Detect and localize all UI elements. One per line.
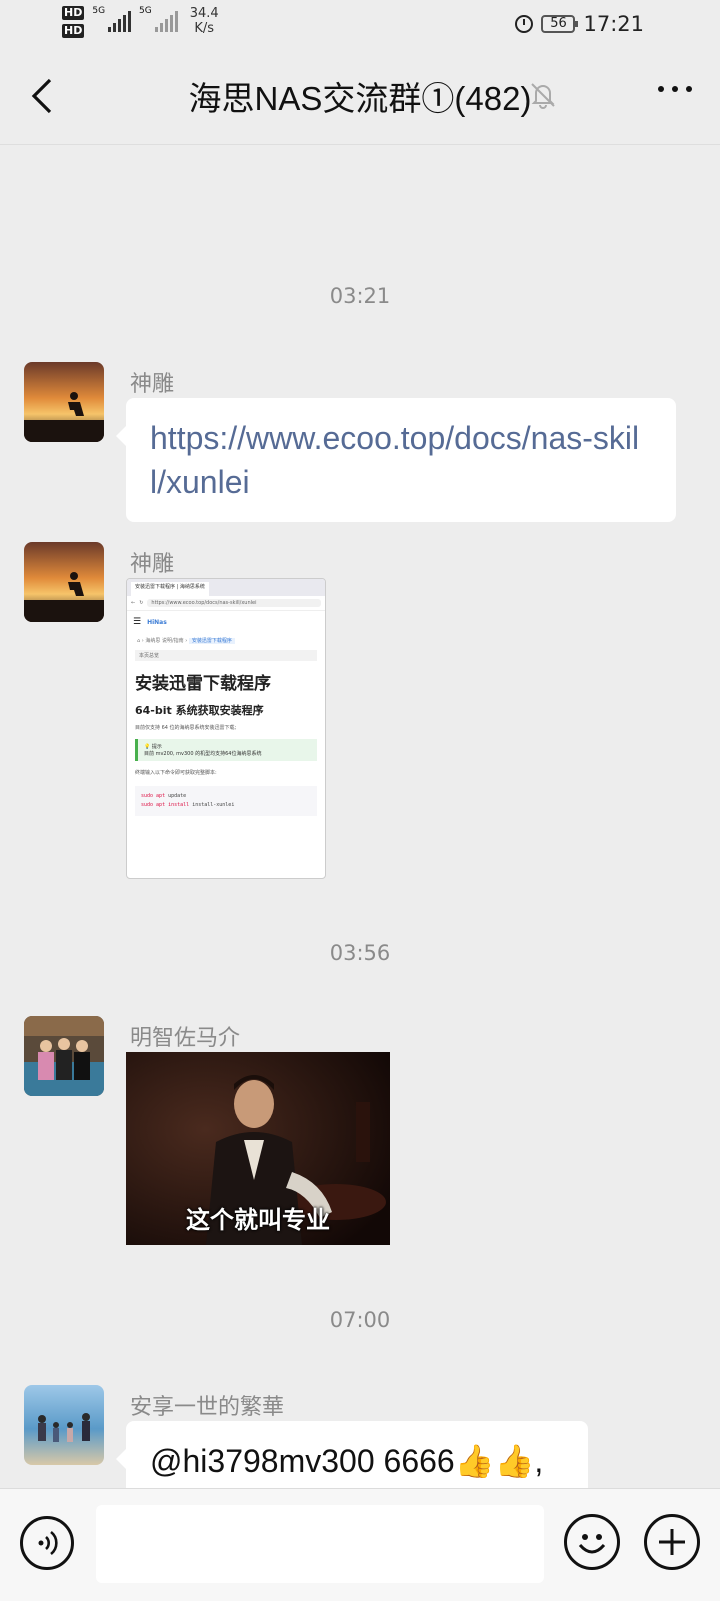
menu-icon: ☰ xyxy=(133,617,142,627)
more-icon xyxy=(686,86,692,92)
emoji-button[interactable] xyxy=(564,1514,620,1570)
gif-caption: 这个就叫专业 xyxy=(186,1206,330,1234)
sender-name: 神雕 xyxy=(130,372,175,397)
avatar[interactable] xyxy=(24,1385,104,1465)
page-overview-tag: 本页总览 xyxy=(135,650,317,661)
status-right: 56 17:21 xyxy=(515,12,644,36)
image-message[interactable]: 安装迅雷下载程序 | 海纳思系统 ← ↻ https://www.ecoo.to… xyxy=(126,578,326,879)
sender-name: 明智佐马介 xyxy=(130,1026,241,1051)
network-speed-value: 34.4 xyxy=(189,6,219,21)
url-text: https://www.ecoo.top/docs/nas-skill/xunl… xyxy=(147,599,321,607)
voice-icon xyxy=(38,1530,58,1556)
avatar[interactable] xyxy=(24,362,104,442)
status-bar: HD HD 5G 5G 34.4 K/s 56 17:21 xyxy=(0,0,720,48)
signal-1-label: 5G xyxy=(92,6,106,16)
avatar[interactable] xyxy=(24,1016,104,1096)
refresh-icon: ↻ xyxy=(139,600,144,606)
page-paragraph: 目前仅支持 64 位的海纳思系统安装迅雷下载; xyxy=(135,725,237,731)
site-logo: HiNas xyxy=(147,618,167,626)
back-icon: ← xyxy=(131,600,136,606)
breadcrumb-home: 海纳思 说明/指南 xyxy=(145,638,184,644)
browser-url-bar: ← ↻ https://www.ecoo.top/docs/nas-skill/… xyxy=(127,596,325,611)
page-heading: 安装迅雷下载程序 xyxy=(135,674,271,694)
code-block: sudo apt update sudo apt install install… xyxy=(135,786,317,816)
hd-indicators: HD HD xyxy=(62,6,85,38)
signal-2-label: 5G xyxy=(139,6,152,16)
tip-text: 目前 mv200, mv300 的机型均支持64位海纳思系统 xyxy=(144,751,262,757)
code-keyword: sudo apt xyxy=(141,793,166,799)
time-separator: 07:00 xyxy=(329,1308,391,1332)
voice-button[interactable] xyxy=(20,1516,74,1570)
plus-icon xyxy=(659,1529,685,1555)
mute-bell-icon xyxy=(528,80,558,110)
browser-tab: 安装迅雷下载程序 | 海纳思系统 xyxy=(131,582,209,596)
sender-name: 安享一世的繁華 xyxy=(130,1395,285,1420)
code-keyword: sudo apt install xyxy=(141,802,190,808)
home-icon: ⌂ xyxy=(137,638,141,644)
emoji-icon xyxy=(578,1534,606,1554)
alarm-icon xyxy=(515,15,534,33)
more-button[interactable] xyxy=(658,86,692,92)
time-separator: 03:21 xyxy=(329,284,391,308)
browser-tabs: 安装迅雷下载程序 | 海纳思系统 xyxy=(127,579,325,596)
sender-name: 神雕 xyxy=(130,552,175,577)
message-bubble[interactable]: https://www.ecoo.top/docs/nas-skill/xunl… xyxy=(116,398,676,522)
chat-header: 海思NAS交流群①(482) xyxy=(0,48,720,145)
status-left: HD HD 5G 5G 34.4 K/s xyxy=(62,6,219,38)
plus-button[interactable] xyxy=(644,1514,700,1570)
network-speed-unit: K/s xyxy=(194,21,215,36)
tip-box: 💡 提示 目前 mv200, mv300 的机型均支持64位海纳思系统 xyxy=(135,739,317,761)
site-nav: ☰ HiNas xyxy=(127,611,325,633)
code-text: install-xunlei xyxy=(192,802,235,808)
message-input[interactable] xyxy=(96,1505,544,1583)
breadcrumb: ⌂ › 海纳思 说明/指南 › 安装迅雷下载程序 xyxy=(127,633,325,648)
more-icon xyxy=(658,86,664,92)
page-paragraph: 终端输入以下命令即可获取完整脚本: xyxy=(135,770,217,776)
page-subheading: 64-bit 系统获取安装程序 xyxy=(135,704,264,717)
hd-badge-1: HD xyxy=(62,6,85,20)
breadcrumb-current: 安装迅雷下载程序 xyxy=(188,638,235,644)
time-separator: 03:56 xyxy=(329,941,391,965)
hd-badge-2: HD xyxy=(62,24,85,38)
gif-message[interactable]: 这个就叫专业 xyxy=(126,1052,390,1245)
status-time: 17:21 xyxy=(583,12,644,36)
code-text: update xyxy=(168,793,187,799)
signal-icon: 5G xyxy=(92,6,132,32)
battery-icon: 56 xyxy=(541,15,579,33)
more-icon xyxy=(672,86,678,92)
input-bar xyxy=(0,1488,720,1601)
message-link[interactable]: https://www.ecoo.top/docs/nas-skill/xunl… xyxy=(126,398,676,522)
network-speed: 34.4 K/s xyxy=(190,6,219,36)
chat-title[interactable]: 海思NAS交流群①(482) xyxy=(0,72,720,120)
signal-icon: 5G xyxy=(139,6,178,32)
avatar[interactable] xyxy=(24,542,104,622)
